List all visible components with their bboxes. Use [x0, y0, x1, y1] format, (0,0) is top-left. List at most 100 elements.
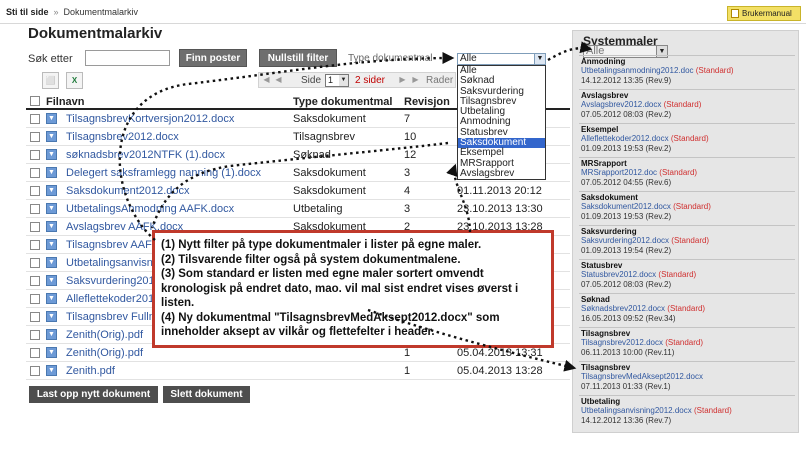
- expand-icon[interactable]: ▼: [46, 347, 57, 358]
- system-template-link[interactable]: Alleflettekoder2012.docx (Standard): [581, 134, 709, 143]
- delete-document-button[interactable]: Slett dokument: [163, 386, 250, 403]
- breadcrumb-home[interactable]: Sti til side: [6, 7, 49, 17]
- system-template-link[interactable]: Statusbrev2012.docx (Standard): [581, 270, 696, 279]
- row-checkbox[interactable]: [30, 114, 40, 124]
- expand-icon[interactable]: ▼: [46, 167, 57, 178]
- expand-icon[interactable]: ▼: [46, 239, 57, 250]
- system-template-link[interactable]: Tilsagnsbrev2012.docx (Standard): [581, 338, 703, 347]
- find-records-button[interactable]: Finn poster: [179, 49, 247, 67]
- row-filename[interactable]: Alleflettekoder201: [66, 293, 154, 305]
- row-filename[interactable]: søknadsbrev2012NTFK (1).docx: [66, 149, 225, 161]
- annotation-line: (2) Tilsvarende filter også på system do…: [161, 253, 461, 266]
- row-checkbox[interactable]: [30, 204, 40, 214]
- expand-icon[interactable]: ▼: [46, 365, 57, 376]
- row-checkbox[interactable]: [30, 168, 40, 178]
- last-page-icon[interactable]: ▶: [410, 74, 421, 86]
- row-checkbox[interactable]: [30, 294, 40, 304]
- expand-icon[interactable]: ▼: [46, 257, 57, 268]
- row-filename[interactable]: TilsagnsbrevKortversjon2012.docx: [66, 113, 234, 125]
- row-checkbox[interactable]: [30, 348, 40, 358]
- system-template-date: 01.09.2013 19:53 (Rev.2): [581, 212, 672, 221]
- rows-label: Rader: [426, 75, 454, 86]
- page-value: 1: [328, 75, 334, 85]
- pdf-export-icon[interactable]: ⬜: [42, 72, 59, 89]
- row-checkbox[interactable]: [30, 186, 40, 196]
- expand-icon[interactable]: ▼: [46, 149, 57, 160]
- row-filename[interactable]: Zenith(Orig).pdf: [66, 347, 143, 359]
- system-template-link[interactable]: Utbetalingsanmodning2012.doc (Standard): [581, 66, 734, 75]
- system-template-date: 01.09.2013 19:53 (Rev.2): [581, 144, 672, 153]
- row-filename[interactable]: UtbetalingsAnmodning AAFK.docx: [66, 203, 234, 215]
- system-template-link[interactable]: Saksvurdering2012.docx (Standard): [581, 236, 709, 245]
- row-filename[interactable]: Delegert saksframlegg nanning (1).docx: [66, 167, 261, 179]
- expand-icon[interactable]: ▼: [46, 311, 57, 322]
- breadcrumb-separator: »: [53, 7, 59, 17]
- excel-export-icon[interactable]: X: [66, 72, 83, 89]
- page-count: 2 sider: [355, 75, 386, 86]
- expand-icon[interactable]: ▼: [46, 203, 57, 214]
- type-filter-options: Alle Søknad Saksvurdering Tilsagnsbrev Utbet…: [457, 65, 546, 181]
- search-input[interactable]: [85, 50, 170, 66]
- system-template-link[interactable]: Avslagsbrev2012.docx (Standard): [581, 100, 701, 109]
- row-filename[interactable]: Zenith.pdf: [66, 365, 115, 377]
- type-option[interactable]: Avslagsbrev: [458, 168, 545, 179]
- row-filename[interactable]: Zenith(Orig).pdf: [66, 329, 143, 341]
- system-template-date: 07.11.2013 01:33 (Rev.1): [581, 382, 671, 391]
- expand-icon[interactable]: ▼: [46, 275, 57, 286]
- expand-icon[interactable]: ▼: [46, 293, 57, 304]
- system-template-link[interactable]: Søknadsbrev2012.docx (Standard): [581, 304, 705, 313]
- system-template-type: Tilsagnsbrev: [581, 363, 631, 372]
- upload-document-button[interactable]: Last opp nytt dokument: [29, 386, 158, 403]
- row-checkbox[interactable]: [30, 240, 40, 250]
- system-template-type: Saksvurdering: [581, 227, 637, 236]
- type-filter-select[interactable]: Alle ▼: [457, 53, 546, 65]
- expand-icon[interactable]: ▼: [46, 131, 57, 142]
- expand-icon[interactable]: ▼: [46, 113, 57, 124]
- table-row[interactable]: ▼ UtbetalingsAnmodning AAFK.docx Utbetalin…: [26, 200, 570, 218]
- row-date: 05.04.2013 13:31: [457, 347, 543, 359]
- row-filename[interactable]: Saksdokument2012.docx: [66, 185, 190, 197]
- system-template-group: Utbetaling Utbetalingsanvisning2012.docx …: [579, 395, 795, 429]
- row-filename[interactable]: Utbetalingsanvisn: [66, 257, 153, 269]
- system-template-link[interactable]: MRSrapport2012.doc (Standard): [581, 168, 697, 177]
- system-template-link[interactable]: Utbetalingsanvisning2012.docx (Standard): [581, 406, 732, 415]
- row-revision: 1: [404, 365, 411, 377]
- prev-page-icon[interactable]: ◀: [273, 74, 284, 86]
- column-filename[interactable]: Filnavn: [46, 96, 85, 108]
- expand-icon[interactable]: ▼: [46, 221, 57, 232]
- row-filename[interactable]: Saksvurdering201: [66, 275, 155, 287]
- next-page-icon[interactable]: ▶: [397, 74, 408, 86]
- row-filename[interactable]: Tilsagnsbrev AAFK: [66, 239, 159, 251]
- table-row[interactable]: ▼ Saksdokument2012.docx Saksdokument 4 01.11…: [26, 182, 570, 200]
- standard-badge: (Standard): [670, 134, 709, 143]
- row-checkbox[interactable]: [30, 312, 40, 322]
- column-revision[interactable]: Revisjon: [404, 96, 450, 108]
- system-template-link[interactable]: Saksdokument2012.docx (Standard): [581, 202, 711, 211]
- row-checkbox[interactable]: [30, 222, 40, 232]
- expand-icon[interactable]: ▼: [46, 329, 57, 340]
- system-template-group: Tilsagnsbrev Tilsagnsbrev2012.docx (Stand…: [579, 327, 795, 361]
- standard-badge: (Standard): [659, 168, 698, 177]
- system-template-link[interactable]: TilsagnsbrevMedAksept2012.docx: [581, 372, 703, 381]
- table-row[interactable]: ▼ Zenith.pdf 1 05.04.2013 13:28: [26, 362, 570, 380]
- annotation-line: (3) Som standard er listen med egne male…: [161, 268, 519, 309]
- row-filename[interactable]: Tilsagnsbrev Fullm: [66, 311, 158, 323]
- row-checkbox[interactable]: [30, 330, 40, 340]
- page-select[interactable]: 1 ▼: [325, 74, 349, 87]
- column-type[interactable]: Type dokumentmal: [293, 96, 392, 108]
- select-all-checkbox[interactable]: [30, 96, 40, 106]
- system-template-group: Saksdokument Saksdokument2012.docx (Stand…: [579, 191, 795, 225]
- row-checkbox[interactable]: [30, 150, 40, 160]
- reset-filter-button[interactable]: Nullstill filter: [259, 49, 337, 67]
- system-template-group: Statusbrev Statusbrev2012.docx (Standard)…: [579, 259, 795, 293]
- system-template-filename: Tilsagnsbrev2012.docx: [581, 338, 663, 347]
- type-filter-label: Type dokumentmal: [348, 53, 433, 64]
- first-page-icon[interactable]: ◀: [261, 74, 272, 86]
- user-manual-button[interactable]: Brukermanual: [727, 6, 801, 21]
- row-filename[interactable]: Tilsagnsbrev2012.docx: [66, 131, 179, 143]
- expand-icon[interactable]: ▼: [46, 185, 57, 196]
- row-checkbox[interactable]: [30, 258, 40, 268]
- row-checkbox[interactable]: [30, 276, 40, 286]
- row-checkbox[interactable]: [30, 132, 40, 142]
- row-checkbox[interactable]: [30, 366, 40, 376]
